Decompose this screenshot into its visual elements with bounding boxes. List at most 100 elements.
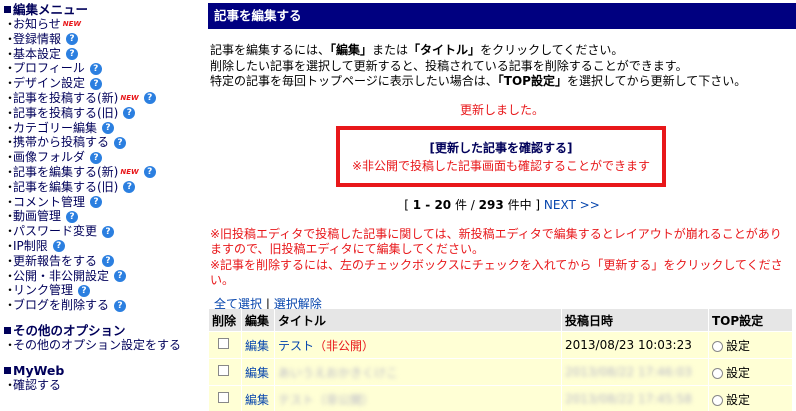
help-icon[interactable]: ? <box>66 210 79 223</box>
myweb-heading: MyWeb <box>4 363 200 378</box>
post-title-link[interactable]: あいうえおかきくけこ <box>278 366 398 380</box>
help-icon[interactable]: ? <box>114 299 127 312</box>
edit-menu-heading: 編集メニュー <box>4 2 200 17</box>
private-status: （非公開） <box>314 392 375 407</box>
pager-range: 1 - 20 <box>412 197 452 212</box>
edit-menu-heading-label: 編集メニュー <box>13 2 89 17</box>
sidebar-item[interactable]: ・リンク管理? <box>4 283 200 298</box>
sidebar-item[interactable]: ・パスワード変更? <box>4 224 200 239</box>
top-setting-radio[interactable] <box>712 394 723 406</box>
help-icon[interactable]: ? <box>123 181 136 194</box>
help-icon[interactable]: ? <box>90 195 103 208</box>
intro-text: 記事を編集するには、 <box>210 43 331 57</box>
sidebar-item[interactable]: ・記事を編集する(旧)? <box>4 180 200 195</box>
help-icon[interactable]: ? <box>66 33 79 46</box>
edit-link[interactable]: 編集 <box>245 339 269 353</box>
top-setting-radio[interactable] <box>712 340 723 352</box>
edit-link[interactable]: 編集 <box>245 366 269 380</box>
sidebar-item-label[interactable]: 記事を投稿する(新) <box>13 91 118 106</box>
sidebar-item-label[interactable]: リンク管理 <box>13 283 73 298</box>
sidebar-item[interactable]: ・登録情報? <box>4 32 200 47</box>
delete-cell <box>209 359 241 385</box>
post-title-link[interactable]: テスト <box>278 393 314 407</box>
help-icon[interactable]: ? <box>90 77 103 90</box>
sidebar-item-label[interactable]: 携帯から投稿する <box>13 135 109 150</box>
sidebar-item-label[interactable]: 画像フォルダ <box>13 150 85 165</box>
sidebar-item-myweb-confirm[interactable]: ・ 確認する <box>4 378 200 393</box>
sidebar-item[interactable]: ・記事を投稿する(旧)? <box>4 106 200 121</box>
sidebar-item-label[interactable]: カテゴリー編集 <box>13 121 97 136</box>
sidebar-item[interactable]: ・画像フォルダ? <box>4 150 200 165</box>
updated-message: 更新しました。 <box>459 102 544 117</box>
sidebar-item[interactable]: ・プロフィール? <box>4 61 200 76</box>
help-icon[interactable]: ? <box>90 151 103 164</box>
sidebar-item[interactable]: ・コメント管理? <box>4 195 200 210</box>
bullet: ・ <box>4 209 17 224</box>
sidebar-item-label[interactable]: 記事を編集する(旧) <box>13 180 118 195</box>
help-icon[interactable]: ? <box>123 107 136 120</box>
posts-table: 削除 編集 タイトル 投稿日時 TOP設定 編集 テスト（非公開） 2013/08/… <box>208 308 793 411</box>
table-header-row: 削除 編集 タイトル 投稿日時 TOP設定 <box>209 309 792 331</box>
sidebar-item-label[interactable]: 記事を編集する(新) <box>13 165 118 180</box>
sidebar-item-label[interactable]: コメント管理 <box>13 195 85 210</box>
sidebar-item-label[interactable]: 更新報告をする <box>13 254 97 269</box>
help-icon[interactable]: ? <box>102 225 115 238</box>
sidebar-item[interactable]: ・記事を投稿する(新) NEW? <box>4 91 200 106</box>
main-content: 記事を編集する 記事を編集するには、「編集」または「タイトル」をクリックしてくだ… <box>208 0 796 411</box>
help-icon[interactable]: ? <box>102 121 115 134</box>
bullet: ・ <box>4 135 17 150</box>
sidebar-item[interactable]: ・お知らせ NEW <box>4 17 200 32</box>
header-delete: 削除 <box>209 309 241 331</box>
delete-checkbox[interactable] <box>218 365 229 376</box>
sidebar-item-label[interactable]: IP制限 <box>13 239 48 254</box>
sidebar-item[interactable]: ・動画管理? <box>4 209 200 224</box>
help-icon[interactable]: ? <box>143 92 156 105</box>
help-icon[interactable]: ? <box>114 269 127 282</box>
sidebar-item[interactable]: ・ IP制限? <box>4 239 200 254</box>
sidebar-item-label[interactable]: デザイン設定 <box>13 76 85 91</box>
sidebar-item-other-options[interactable]: ・ その他のオプション設定をする <box>4 338 200 353</box>
edit-link[interactable]: 編集 <box>245 393 269 407</box>
pager-bracket: ] <box>535 197 541 212</box>
help-icon[interactable]: ? <box>78 284 91 297</box>
sidebar-item[interactable]: ・カテゴリー編集? <box>4 121 200 136</box>
sidebar-item-label[interactable]: プロフィール <box>13 61 85 76</box>
sidebar-item[interactable]: ・デザイン設定? <box>4 76 200 91</box>
delete-cell <box>209 386 241 411</box>
delete-checkbox[interactable] <box>218 338 229 349</box>
sidebar-item-label[interactable]: パスワード変更 <box>13 224 97 239</box>
top-setting-radio[interactable] <box>712 367 723 379</box>
delete-checkbox[interactable] <box>218 392 229 403</box>
pager-next-link[interactable]: NEXT >> <box>544 198 600 212</box>
sidebar-item-label[interactable]: 公開・非公開設定 <box>13 269 109 284</box>
help-icon[interactable]: ? <box>114 136 127 149</box>
sidebar-item[interactable]: ・公開・非公開設定? <box>4 269 200 284</box>
delete-cell <box>209 332 241 358</box>
header-edit: 編集 <box>242 309 274 331</box>
bullet: ・ <box>4 268 17 283</box>
help-icon[interactable]: ? <box>102 255 115 268</box>
sidebar-item[interactable]: ・更新報告をする? <box>4 254 200 269</box>
sidebar-item-label[interactable]: 動画管理 <box>13 209 61 224</box>
post-title-link[interactable]: テスト <box>278 339 314 353</box>
bullet: ・ <box>4 120 17 135</box>
sidebar-item-label[interactable]: ブログを削除する <box>13 298 109 313</box>
help-icon[interactable]: ? <box>52 240 65 253</box>
intro-bold: 「編集」 <box>330 43 373 57</box>
sidebar-item-label[interactable]: 登録情報 <box>13 32 61 47</box>
sidebar-item-label[interactable]: 確認する <box>13 378 61 393</box>
sidebar-item[interactable]: ・携帯から投稿する? <box>4 135 200 150</box>
confirm-updated-post-link[interactable]: [更新した記事を確認する] <box>430 141 573 155</box>
help-icon[interactable]: ? <box>143 166 156 179</box>
sidebar-item[interactable]: ・基本設定? <box>4 47 200 62</box>
date-cell: 2013/08/23 10:03:23 <box>562 332 708 358</box>
heading-square-icon <box>4 366 11 374</box>
sidebar-item-label[interactable]: 記事を投稿する(旧) <box>13 106 118 121</box>
sidebar-item[interactable]: ・記事を編集する(新) NEW? <box>4 165 200 180</box>
sidebar-item-label[interactable]: お知らせ <box>13 17 61 32</box>
help-icon[interactable]: ? <box>89 62 102 75</box>
sidebar-item-label[interactable]: その他のオプション設定をする <box>13 338 181 353</box>
sidebar-item-label[interactable]: 基本設定 <box>13 47 61 62</box>
sidebar-item[interactable]: ・ブログを削除する? <box>4 298 200 313</box>
help-icon[interactable]: ? <box>66 47 79 60</box>
